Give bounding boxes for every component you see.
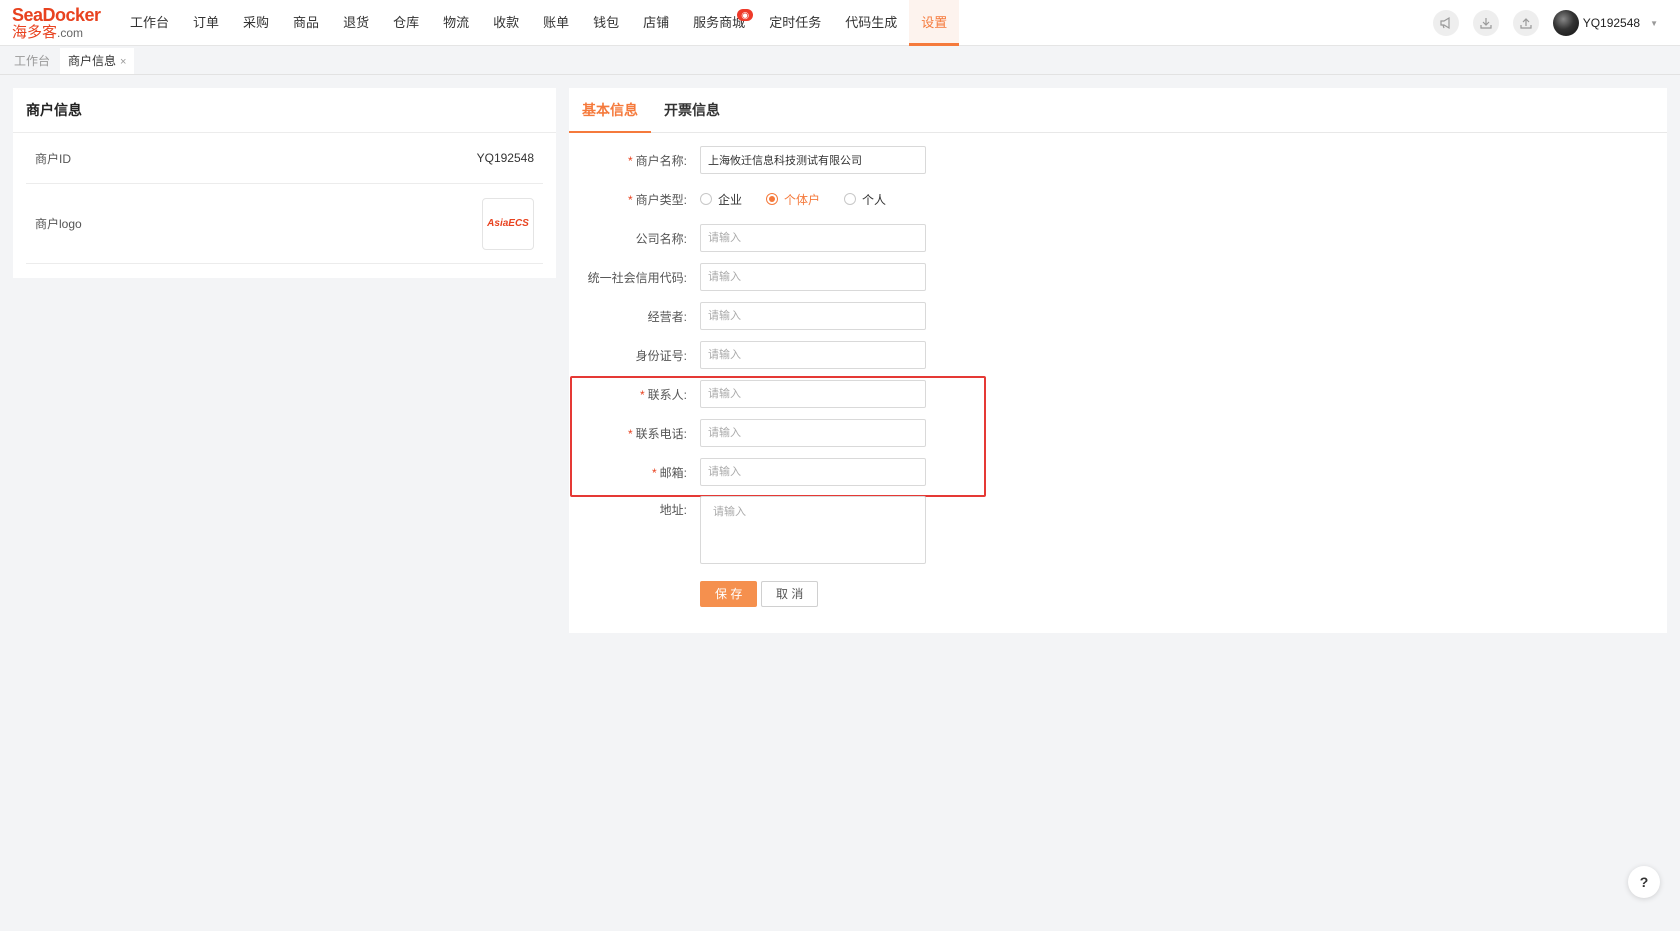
radio-dot-checked-icon bbox=[766, 193, 779, 205]
header-actions: YQ192548 ▼ bbox=[1432, 0, 1680, 46]
form-tabs: 基本信息 开票信息 bbox=[569, 88, 1667, 133]
phone-label: * 联系电话: bbox=[627, 426, 687, 441]
address-row: 地址: bbox=[569, 496, 1269, 566]
credit-code-input[interactable] bbox=[700, 263, 926, 291]
nav-item-purchase[interactable]: 采购 bbox=[231, 0, 281, 46]
tab-basic-info[interactable]: 基本信息 bbox=[569, 88, 651, 133]
merchant-id-row: 商户ID YQ192548 bbox=[26, 133, 543, 184]
address-textarea[interactable] bbox=[700, 496, 926, 564]
top-navigation-bar: SeaDocker 海多客.com 工作台 订单 采购 商品 退货 仓库 物流 … bbox=[0, 0, 1680, 46]
merchant-type-label: * 商户类型: bbox=[627, 192, 687, 207]
email-label: * 邮箱: bbox=[651, 465, 687, 480]
merchant-name-row: * 商户名称: bbox=[569, 146, 1269, 174]
credit-code-label: 统一社会信用代码: bbox=[587, 270, 687, 285]
email-row: * 邮箱: bbox=[569, 458, 1269, 486]
operator-row: 经营者: bbox=[569, 302, 1269, 330]
nav-item-service-mall[interactable]: 服务商城 ◉ bbox=[681, 0, 757, 46]
id-number-input[interactable] bbox=[700, 341, 926, 369]
phone-input[interactable] bbox=[700, 419, 926, 447]
nav-item-logistics[interactable]: 物流 bbox=[431, 0, 481, 46]
merchant-name-label: * 商户名称: bbox=[627, 153, 687, 168]
nav-item-products[interactable]: 商品 bbox=[281, 0, 331, 46]
operator-input[interactable] bbox=[700, 302, 926, 330]
nav-item-wallet[interactable]: 钱包 bbox=[581, 0, 631, 46]
nav-item-settings[interactable]: 设置 bbox=[909, 0, 960, 46]
main-nav: 工作台 订单 采购 商品 退货 仓库 物流 收款 账单 钱包 店铺 服务商城 ◉… bbox=[118, 0, 960, 46]
nav-item-warehouse[interactable]: 仓库 bbox=[381, 0, 431, 46]
page-tab-strip: 工作台 商户信息 × bbox=[0, 46, 1680, 75]
nav-item-code-gen[interactable]: 代码生成 bbox=[833, 0, 909, 46]
nav-item-returns[interactable]: 退货 bbox=[331, 0, 381, 46]
radio-personal[interactable]: 个人 bbox=[844, 191, 886, 208]
nav-item-scheduled-tasks[interactable]: 定时任务 bbox=[757, 0, 833, 46]
radio-dot-icon bbox=[844, 193, 857, 205]
cancel-button[interactable]: 取 消 bbox=[761, 581, 819, 607]
seadocker-logo[interactable]: SeaDocker 海多客.com bbox=[0, 0, 118, 46]
megaphone-icon[interactable] bbox=[1432, 10, 1459, 36]
merchant-name-input[interactable] bbox=[700, 146, 926, 174]
id-number-label: 身份证号: bbox=[635, 348, 687, 363]
download-icon[interactable] bbox=[1472, 10, 1499, 36]
merchant-type-row: * 商户类型: 企业 个体户 个人 bbox=[569, 185, 1269, 213]
username[interactable]: YQ192548 bbox=[1583, 16, 1640, 30]
merchant-logo-image[interactable]: AsiaECS bbox=[482, 197, 534, 250]
merchant-id-value: YQ192548 bbox=[476, 151, 534, 165]
phone-row: * 联系电话: bbox=[569, 419, 1269, 447]
nav-item-payments[interactable]: 收款 bbox=[481, 0, 531, 46]
logo-brand: SeaDocker bbox=[12, 4, 101, 25]
merchant-form-card: 基本信息 开票信息 *商户名称: *商户类型: 企业 个体户 个人 公司名称: … bbox=[569, 88, 1667, 633]
page-tab-workbench[interactable]: 工作台 bbox=[6, 48, 58, 74]
radio-individual-business[interactable]: 个体户 bbox=[766, 191, 820, 208]
radio-enterprise[interactable]: 企业 bbox=[700, 191, 742, 208]
id-number-row: 身份证号: bbox=[569, 341, 1269, 369]
merchant-type-radio-group: 企业 个体户 个人 bbox=[700, 191, 910, 208]
upload-icon[interactable] bbox=[1512, 10, 1539, 36]
merchant-logo-text: AsiaECS bbox=[487, 218, 529, 229]
notification-badge-icon: ◉ bbox=[737, 8, 754, 21]
merchant-logo-row: 商户logo AsiaECS bbox=[26, 184, 543, 264]
page-tab-merchant-info[interactable]: 商户信息 × bbox=[60, 48, 135, 74]
save-button[interactable]: 保 存 bbox=[700, 581, 758, 607]
avatar[interactable] bbox=[1552, 10, 1579, 36]
help-button[interactable]: ? bbox=[1628, 866, 1660, 898]
company-name-row: 公司名称: bbox=[569, 224, 1269, 252]
chevron-down-icon[interactable]: ▼ bbox=[1650, 19, 1658, 28]
page-tab-label: 商户信息 bbox=[68, 54, 117, 68]
merchant-id-label: 商户ID bbox=[35, 151, 72, 166]
nav-item-workbench[interactable]: 工作台 bbox=[118, 0, 181, 46]
contact-row: * 联系人: bbox=[569, 380, 1269, 408]
logo-sub: 海多客.com bbox=[12, 23, 84, 41]
tab-invoice-info[interactable]: 开票信息 bbox=[651, 88, 733, 133]
nav-item-stores[interactable]: 店铺 bbox=[631, 0, 681, 46]
contact-label: * 联系人: bbox=[639, 387, 687, 402]
nav-item-bills[interactable]: 账单 bbox=[531, 0, 581, 46]
close-icon[interactable]: × bbox=[120, 56, 126, 68]
nav-item-orders[interactable]: 订单 bbox=[181, 0, 231, 46]
company-name-input[interactable] bbox=[700, 224, 926, 252]
merchant-info-card: 商户信息 商户ID YQ192548 商户logo AsiaECS bbox=[13, 88, 556, 278]
merchant-logo-label: 商户logo bbox=[35, 217, 82, 231]
operator-label: 经营者: bbox=[647, 309, 687, 324]
email-input[interactable] bbox=[700, 458, 926, 486]
company-name-label: 公司名称: bbox=[635, 231, 687, 246]
radio-dot-icon bbox=[700, 193, 712, 205]
contact-input[interactable] bbox=[700, 380, 926, 408]
address-label: 地址: bbox=[659, 503, 687, 517]
credit-code-row: 统一社会信用代码: bbox=[569, 263, 1269, 291]
card-title: 商户信息 bbox=[13, 88, 556, 133]
